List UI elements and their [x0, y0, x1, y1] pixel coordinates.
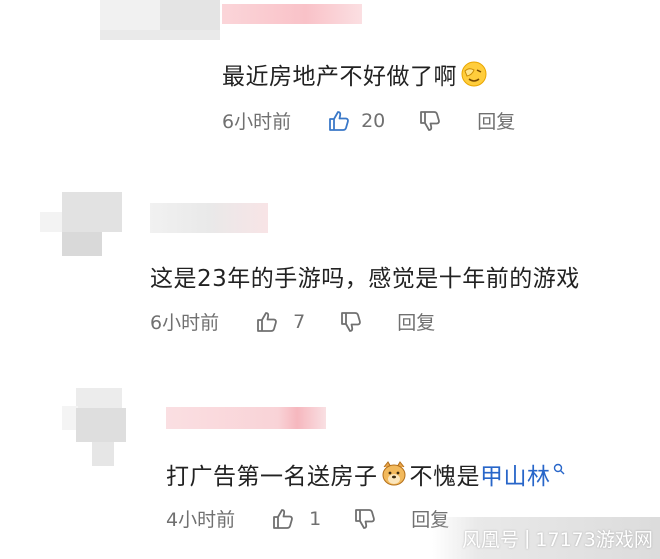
avatar[interactable]	[100, 0, 220, 40]
avatar[interactable]	[62, 388, 132, 468]
thumbs-down-icon	[341, 311, 362, 332]
dislike-button[interactable]	[339, 310, 363, 334]
username-blurred[interactable]	[222, 4, 362, 24]
timestamp: 6小时前	[222, 111, 292, 133]
comment-body: 最近房地产不好做了啊	[222, 64, 457, 90]
watermark-logo: 风凰号	[462, 528, 520, 551]
reply-button[interactable]: 回复	[477, 107, 515, 134]
search-icon[interactable]	[553, 463, 565, 475]
doge-emoji-icon	[382, 461, 405, 486]
like-button[interactable]: 7	[255, 310, 305, 334]
like-button[interactable]: 20	[327, 109, 385, 133]
comment-text: 打广告第一名送房子 不愧是 甲山林	[166, 457, 565, 491]
timestamp: 4小时前	[166, 509, 236, 531]
comment-meta: 6小时前 7 回复	[150, 308, 435, 335]
comment-body: 这是23年的手游吗，感觉是十年前的游戏	[150, 266, 580, 292]
username-blurred[interactable]	[150, 203, 268, 233]
like-button[interactable]: 1	[271, 507, 321, 531]
comment-text: 最近房地产不好做了啊	[222, 57, 487, 91]
thumbs-up-icon	[329, 110, 349, 131]
like-count: 1	[309, 507, 322, 530]
dislike-button[interactable]	[353, 507, 377, 531]
mention-link[interactable]: 甲山林	[480, 457, 551, 491]
timestamp: 6小时前	[150, 312, 220, 334]
like-count: 7	[293, 310, 306, 333]
dislike-button[interactable]	[418, 109, 442, 133]
thumbs-up-icon	[273, 508, 293, 529]
comment-text: 这是23年的手游吗，感觉是十年前的游戏	[150, 259, 580, 293]
thumbs-up-icon	[257, 311, 277, 332]
avatar[interactable]	[40, 192, 122, 258]
thumbs-down-icon	[355, 508, 376, 529]
thumbs-down-icon	[420, 110, 441, 131]
comment-meta: 4小时前 1 回复	[166, 505, 449, 532]
watermark-site: 17173游戏网	[535, 528, 653, 551]
comment-body: 打广告第一名送房子	[166, 464, 378, 490]
watermark-separator: |	[524, 527, 531, 549]
reply-button[interactable]: 回复	[397, 308, 435, 335]
comment-meta: 6小时前 20 回复	[222, 107, 515, 134]
comment-body-suffix: 不愧是	[409, 464, 480, 490]
username-blurred[interactable]	[166, 407, 326, 429]
watermark: 风凰号 | 17173游戏网	[432, 517, 660, 559]
facepalm-emoji-icon	[461, 61, 487, 87]
like-count: 20	[361, 109, 386, 132]
